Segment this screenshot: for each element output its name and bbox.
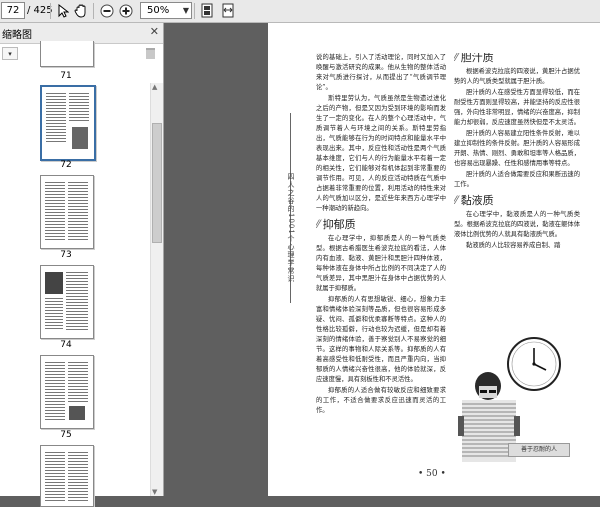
thumbnail-page[interactable] <box>40 41 94 67</box>
paragraph: 抑郁质的人适合做有较敏反应和细致要求的工作，不适合做要求反应迅速而灵活的工作。 <box>316 387 446 414</box>
trash-icon[interactable] <box>146 48 155 59</box>
scroll-down-icon[interactable]: ▼ <box>152 488 157 496</box>
fit-width-icon[interactable] <box>219 2 237 19</box>
paragraph: 在心理学中，黏液质是人的一种气质类型。根据希波克拉底的四液说，黏液在躯体体液体比… <box>454 211 580 238</box>
section-marker-icon: ⁄⁄ <box>454 194 458 207</box>
thumbnail-page[interactable] <box>40 265 94 339</box>
zoom-in-icon[interactable] <box>117 2 135 19</box>
paragraph: 斯特里劳认为，气质虽然是生物遗过进化之后的产物，但是又因为受到环境的影响而发生了… <box>316 95 446 212</box>
chevron-down-icon: ▼ <box>182 6 189 15</box>
thumbnail-options-button[interactable]: ▾ <box>2 47 18 60</box>
section-heading: ⁄⁄ 抑郁质 <box>316 218 356 231</box>
paragraph: 胆汁质的人容易建立阳性条件反射，难以建立抑制性的条件反射。胆汁质的人容易形成开朗… <box>454 130 580 167</box>
thumbnail-label: 72 <box>60 160 72 170</box>
thumbnail-page[interactable] <box>40 175 94 249</box>
text-column-left: 说的基础上，引入了活动理论，同时又加入了唤醒与激活研究的成果。他从生物的整体活动… <box>316 53 446 463</box>
section-marker-icon: ⁄⁄ <box>316 218 320 231</box>
zoom-level-value: 50% <box>147 5 170 16</box>
page-number-input[interactable]: 72 <box>1 2 25 19</box>
paragraph: 胆汁质的人适合做需要反应和果断迅速的工作。 <box>454 171 580 188</box>
document-page: 四人之谷的1001个心理学常识 说的基础上，引入了活动理论，同时又加入了唤醒与激… <box>268 23 600 496</box>
thumbnails-title: 缩略图 <box>2 30 32 41</box>
thumbnail-label: 73 <box>60 250 72 260</box>
text-column-right: ⁄⁄ 胆汁质 根据希波克拉底的四液说，黄胆汁占据优势的人的气质类型就属于胆汁质。 … <box>454 53 580 323</box>
thumbnail-page[interactable] <box>40 85 96 161</box>
paragraph: 说的基础上，引入了活动理论，同时又加入了唤醒与激活研究的成果。他从生物的整体活动… <box>316 54 446 91</box>
paragraph: 黏液质的人比较容易养成自制、踏 <box>466 242 561 249</box>
thumbnails-panel: 缩略图 ✕ ▾ ▲ ▼ 71 72 73 74 75 <box>0 23 164 507</box>
paragraph: 胆汁质的人在感受性方面显得较低，而在耐受性方面则显得较高，并能坚持的反应性很强，… <box>454 89 580 126</box>
toolbar-divider <box>50 3 51 19</box>
image-caption: 善于忍耐的人 <box>508 443 570 457</box>
page-total-label: / 425 <box>27 5 53 16</box>
toolbar-divider <box>194 3 195 19</box>
section-heading: ⁄⁄ 胆汁质 <box>454 53 494 64</box>
thumbnail-page[interactable] <box>40 355 94 429</box>
select-tool-icon[interactable] <box>54 2 72 19</box>
toolbar: 72 / 425 50% ▼ <box>0 0 600 23</box>
thumbnails-scrollbar[interactable]: ▲ ▼ <box>150 83 163 496</box>
fit-page-icon[interactable] <box>198 2 216 19</box>
thumbnail-page[interactable] <box>40 445 94 507</box>
thumbnail-label: 74 <box>60 340 72 350</box>
paragraph: 抑郁质的人有思想敏锐、细心，想象力丰富和情绪体验深刻等品质，但也很容易形成多疑、… <box>316 296 446 383</box>
running-title: 四人之谷的1001个心理学常识 <box>287 173 295 283</box>
toolbar-divider <box>93 3 94 19</box>
page-number-footer: • 50 • <box>418 469 446 479</box>
section-marker-icon: ⁄⁄ <box>454 53 458 64</box>
thumbnail-label: 75 <box>60 430 72 440</box>
section-heading: ⁄⁄ 黏液质 <box>454 194 494 207</box>
zoom-level-select[interactable]: 50% ▼ <box>140 2 192 19</box>
scroll-up-icon[interactable]: ▲ <box>152 83 157 91</box>
scrollbar-thumb[interactable] <box>152 123 162 243</box>
zoom-out-icon[interactable] <box>98 2 116 19</box>
close-icon[interactable]: ✕ <box>150 25 159 38</box>
paragraph: 根据希波克拉底的四液说，黄胆汁占据优势的人的气质类型就属于胆汁质。 <box>454 68 580 85</box>
paragraph: 在心理学中，抑郁质是人的一种气质类型。根据古希腊医生希波克拉底的看法，人体内有血… <box>316 235 446 292</box>
thumbnail-label: 71 <box>60 71 72 81</box>
hand-tool-icon[interactable] <box>72 2 90 19</box>
